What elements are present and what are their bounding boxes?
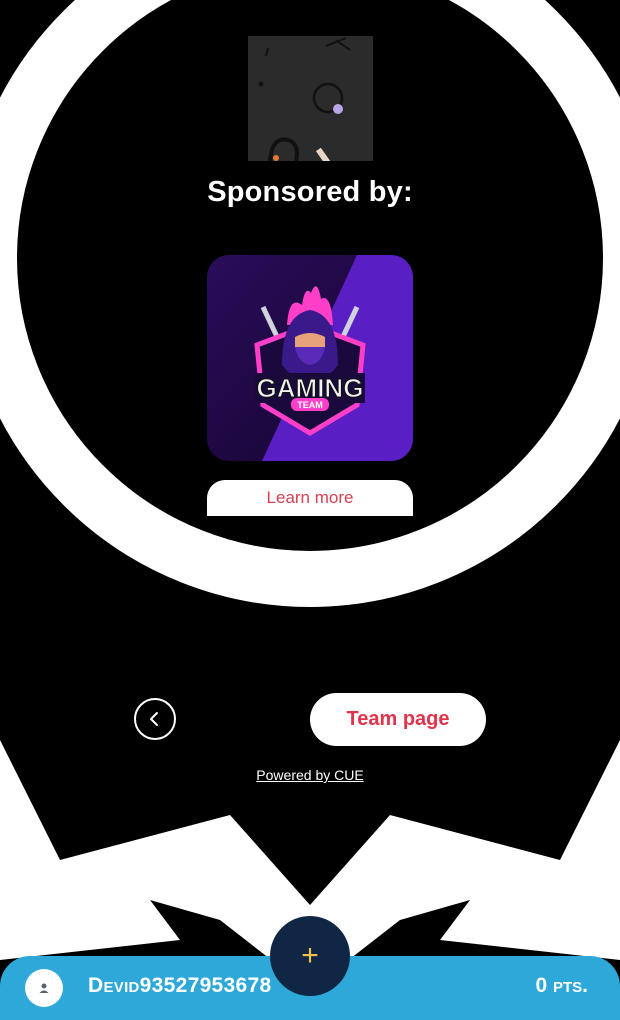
learn-more-button[interactable]: Learn more — [207, 480, 413, 516]
plus-icon: + — [301, 939, 319, 972]
sponsor-thumbnail — [248, 36, 373, 161]
powered-by-link[interactable]: Powered by CUE — [0, 767, 620, 783]
avatar[interactable] — [25, 969, 63, 1007]
abstract-shapes-image — [248, 36, 373, 161]
chevron-left-icon — [150, 712, 158, 726]
username: Devid93527953678 — [88, 974, 272, 997]
ninja-logo-icon: GAMING TEAM — [207, 255, 413, 461]
points-count: 0 pts. — [535, 974, 588, 997]
add-button[interactable]: + — [270, 916, 350, 996]
back-button[interactable] — [134, 698, 176, 740]
sponsored-heading: Sponsored by: — [207, 176, 413, 208]
logo-subtext: TEAM — [297, 400, 323, 410]
user-icon — [39, 983, 49, 993]
team-page-button[interactable]: Team page — [310, 693, 486, 746]
gaming-team-logo: GAMING TEAM — [207, 255, 413, 461]
